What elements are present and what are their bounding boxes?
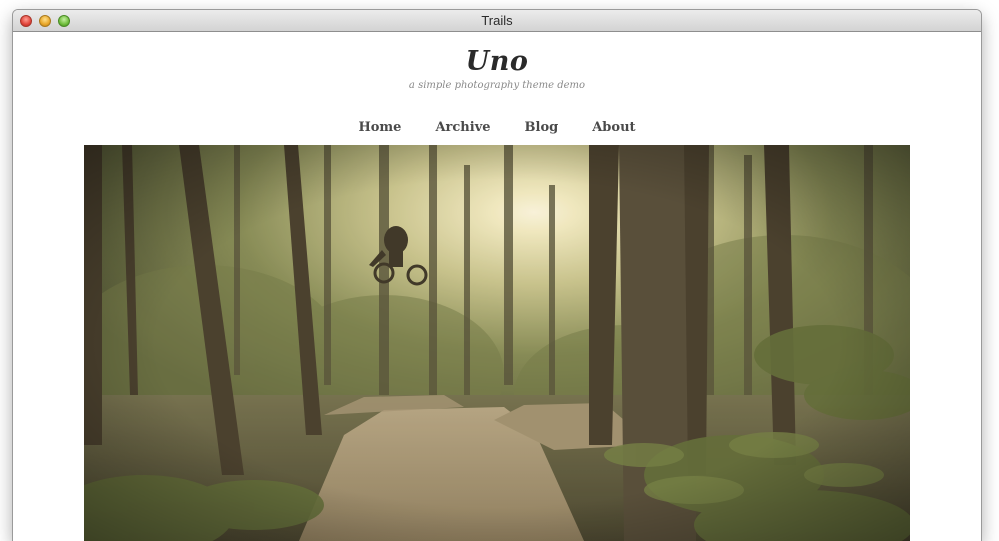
nav-archive-link[interactable]: Archive [435,120,490,138]
browser-window: Trails Uno a simple photography theme de… [13,10,981,541]
nav-blog-link[interactable]: Blog [525,120,559,138]
title-bar[interactable]: Trails [13,10,981,32]
nav-home-link[interactable]: Home [358,120,401,138]
site-title[interactable]: Uno [13,46,981,77]
forest-bike-jump-image [84,145,910,541]
nav-about-link[interactable]: About [592,120,635,138]
site-tagline: a simple photography theme demo [408,80,586,91]
hero-photo [84,145,910,541]
window-title: Trails [481,13,513,28]
main-navigation: Home Archive Blog About [13,120,981,138]
